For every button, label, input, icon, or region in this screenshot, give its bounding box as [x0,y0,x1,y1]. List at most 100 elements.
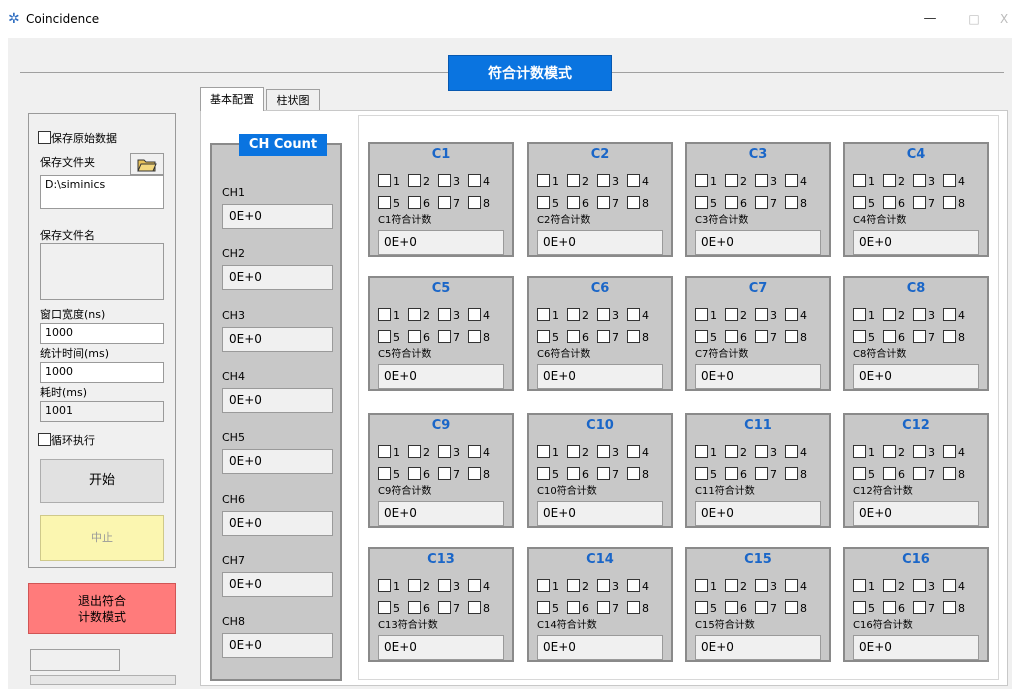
channel-checkbox[interactable] [755,601,768,614]
stat-time-input[interactable]: 1000 [40,362,164,383]
close-button[interactable]: X [1000,8,1012,30]
channel-checkbox[interactable] [755,330,768,343]
channel-checkbox[interactable] [755,308,768,321]
channel-checkbox[interactable] [853,445,866,458]
channel-checkbox[interactable] [913,330,926,343]
channel-checkbox[interactable] [408,174,421,187]
channel-checkbox[interactable] [883,467,896,480]
channel-checkbox[interactable] [438,330,451,343]
channel-checkbox[interactable] [597,308,610,321]
channel-checkbox[interactable] [567,445,580,458]
channel-checkbox[interactable] [597,579,610,592]
channel-checkbox[interactable] [853,308,866,321]
channel-checkbox[interactable] [853,174,866,187]
channel-checkbox[interactable] [785,467,798,480]
channel-checkbox[interactable] [943,579,956,592]
channel-checkbox[interactable] [725,579,738,592]
channel-checkbox[interactable] [378,467,391,480]
channel-checkbox[interactable] [438,579,451,592]
channel-checkbox[interactable] [695,330,708,343]
channel-checkbox[interactable] [695,601,708,614]
window-width-input[interactable]: 1000 [40,323,164,344]
channel-checkbox[interactable] [468,174,481,187]
channel-checkbox[interactable] [695,467,708,480]
channel-checkbox[interactable] [913,445,926,458]
channel-checkbox[interactable] [378,196,391,209]
channel-checkbox[interactable] [537,579,550,592]
channel-checkbox[interactable] [695,445,708,458]
channel-checkbox[interactable] [438,467,451,480]
channel-checkbox[interactable] [913,579,926,592]
channel-checkbox[interactable] [725,445,738,458]
channel-checkbox[interactable] [408,330,421,343]
channel-checkbox[interactable] [438,308,451,321]
channel-checkbox[interactable] [627,601,640,614]
channel-checkbox[interactable] [408,445,421,458]
channel-checkbox[interactable] [725,467,738,480]
save-raw-checkbox[interactable]: 保存原始数据 [38,131,117,146]
channel-checkbox[interactable] [537,330,550,343]
maximize-button[interactable]: □ [962,8,986,30]
channel-checkbox[interactable] [883,174,896,187]
save-folder-field[interactable]: D:\siminics [40,175,164,209]
channel-checkbox[interactable] [537,467,550,480]
channel-checkbox[interactable] [943,174,956,187]
stop-button[interactable]: 中止 [40,515,164,561]
channel-checkbox[interactable] [438,601,451,614]
save-filename-field[interactable] [40,243,164,300]
channel-checkbox[interactable] [597,174,610,187]
channel-checkbox[interactable] [725,601,738,614]
channel-checkbox[interactable] [883,196,896,209]
folder-browse-button[interactable] [130,153,164,175]
channel-checkbox[interactable] [438,445,451,458]
channel-checkbox[interactable] [785,174,798,187]
channel-checkbox[interactable] [537,445,550,458]
channel-checkbox[interactable] [468,308,481,321]
channel-checkbox[interactable] [627,579,640,592]
channel-checkbox[interactable] [378,174,391,187]
channel-checkbox[interactable] [597,445,610,458]
tab-basic-config[interactable]: 基本配置 [200,87,264,111]
channel-checkbox[interactable] [567,308,580,321]
channel-checkbox[interactable] [378,445,391,458]
channel-checkbox[interactable] [537,174,550,187]
channel-checkbox[interactable] [725,308,738,321]
minimize-button[interactable]: — [918,8,942,30]
channel-checkbox[interactable] [567,330,580,343]
channel-checkbox[interactable] [438,196,451,209]
channel-checkbox[interactable] [468,579,481,592]
channel-checkbox[interactable] [378,601,391,614]
channel-checkbox[interactable] [883,579,896,592]
channel-checkbox[interactable] [883,308,896,321]
channel-checkbox[interactable] [943,445,956,458]
channel-checkbox[interactable] [597,467,610,480]
channel-checkbox[interactable] [883,601,896,614]
channel-checkbox[interactable] [785,330,798,343]
channel-checkbox[interactable] [567,174,580,187]
checkbox-box[interactable] [38,433,51,446]
channel-checkbox[interactable] [785,445,798,458]
channel-checkbox[interactable] [408,196,421,209]
channel-checkbox[interactable] [853,330,866,343]
channel-checkbox[interactable] [468,445,481,458]
channel-checkbox[interactable] [943,601,956,614]
channel-checkbox[interactable] [537,308,550,321]
channel-checkbox[interactable] [438,174,451,187]
channel-checkbox[interactable] [627,467,640,480]
channel-checkbox[interactable] [695,174,708,187]
channel-checkbox[interactable] [755,196,768,209]
channel-checkbox[interactable] [725,196,738,209]
channel-checkbox[interactable] [913,308,926,321]
channel-checkbox[interactable] [378,308,391,321]
channel-checkbox[interactable] [913,174,926,187]
channel-checkbox[interactable] [378,330,391,343]
channel-checkbox[interactable] [378,579,391,592]
channel-checkbox[interactable] [537,601,550,614]
channel-checkbox[interactable] [853,196,866,209]
channel-checkbox[interactable] [408,467,421,480]
loop-checkbox[interactable]: 循环执行 [38,433,95,448]
channel-checkbox[interactable] [913,196,926,209]
channel-checkbox[interactable] [785,601,798,614]
channel-checkbox[interactable] [627,308,640,321]
channel-checkbox[interactable] [785,308,798,321]
